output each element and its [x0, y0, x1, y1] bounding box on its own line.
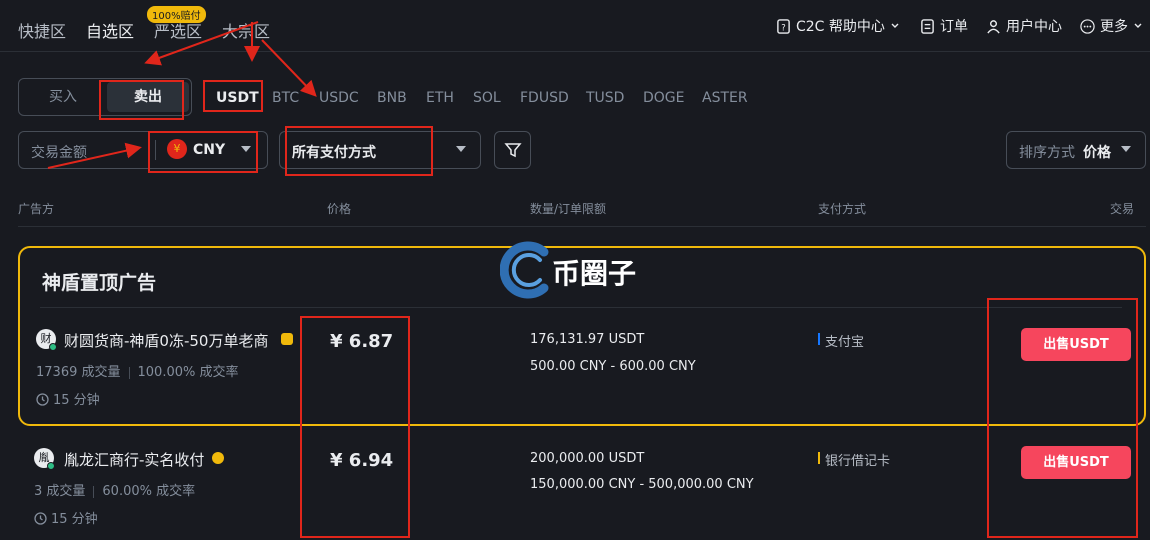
annotation-arrow — [144, 21, 259, 66]
annotation-arrow — [261, 39, 317, 97]
annotation-arrows — [47, 21, 317, 169]
annotation-arrow — [47, 142, 142, 169]
